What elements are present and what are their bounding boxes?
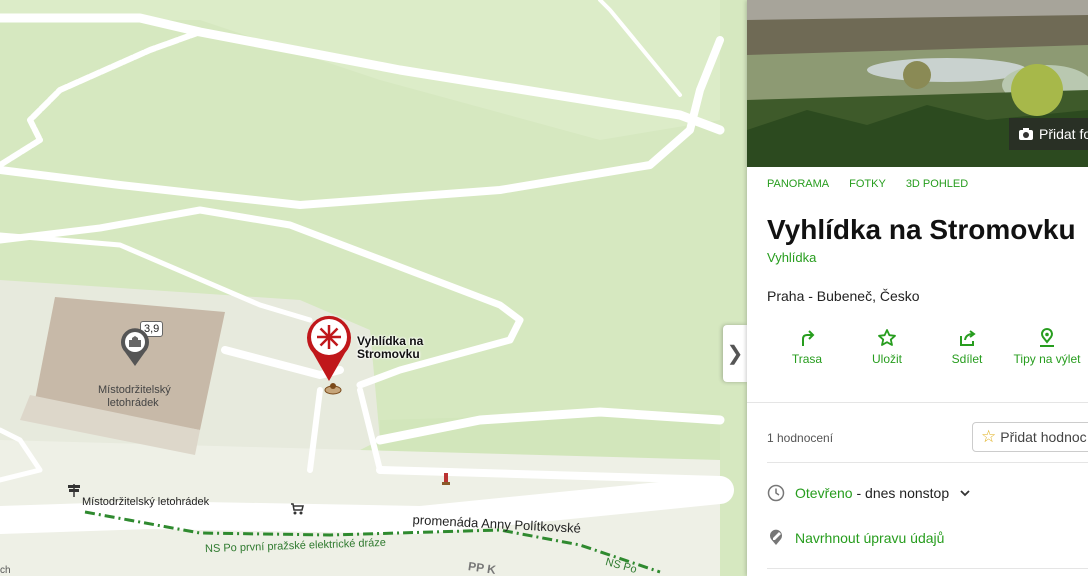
- chevron-down-icon: [960, 490, 970, 497]
- save-label: Uložit: [871, 352, 902, 366]
- viewpoint-marker-icon[interactable]: [305, 313, 353, 383]
- suggest-edit-row[interactable]: Navrhnout úpravu údajů: [767, 529, 944, 547]
- signpost-icon: [68, 484, 80, 497]
- statue-icon: [442, 473, 450, 485]
- divider: [747, 402, 1088, 403]
- ratings-count[interactable]: 1 hodnocení: [767, 431, 833, 445]
- signpost-label: Místodržitelský letohrádek: [82, 496, 210, 508]
- route-label: Trasa: [791, 352, 823, 366]
- building-label: Místodržitelský letohrádek: [98, 384, 171, 409]
- place-category[interactable]: Vyhlídka: [767, 250, 816, 265]
- share-label: Sdílet: [951, 352, 983, 366]
- media-tabs: PANORAMA FOTKY 3D POHLED: [747, 167, 1088, 207]
- chevron-right-icon: ❯: [726, 343, 744, 365]
- route-icon: [802, 330, 815, 346]
- open-status: Otevřeno: [795, 485, 853, 501]
- tab-3d-view[interactable]: 3D POHLED: [906, 178, 968, 207]
- share-icon: [960, 330, 976, 346]
- star-outline-icon: ☆: [981, 427, 997, 446]
- place-photo[interactable]: Přidat fo: [747, 0, 1088, 167]
- castle-marker-icon[interactable]: [119, 328, 151, 368]
- divider: [767, 462, 1088, 463]
- viewpoint-label: Vyhlídka na Stromovku: [357, 334, 424, 361]
- place-address: Praha - Bubeneč, Česko: [767, 288, 920, 304]
- tab-panorama[interactable]: PANORAMA: [767, 178, 829, 207]
- path-label: PP K: [467, 559, 497, 576]
- add-photo-button[interactable]: Přidat fo: [1009, 118, 1088, 150]
- viewpoint-symbol-icon: [324, 383, 342, 395]
- route-button[interactable]: Trasa: [767, 328, 847, 367]
- location-pin-icon: [1040, 328, 1054, 347]
- open-detail: - dnes nonstop: [852, 485, 950, 501]
- suggest-edit-link[interactable]: Navrhnout úpravu údajů: [795, 530, 944, 546]
- add-rating-label: Přidat hodnoc: [1000, 429, 1087, 445]
- edit-pin-icon: [770, 529, 782, 545]
- share-button[interactable]: Sdílet: [927, 328, 1007, 367]
- save-button[interactable]: Uložit: [847, 328, 927, 367]
- add-photo-label: Přidat fo: [1039, 126, 1088, 142]
- camera-icon: [1019, 128, 1033, 140]
- place-title: Vyhlídka na Stromovku: [767, 214, 1076, 245]
- divider: [767, 568, 1088, 569]
- tab-photos[interactable]: FOTKY: [849, 178, 886, 207]
- detail-panel: Přidat fo PANORAMA FOTKY 3D POHLED Vyhlí…: [747, 0, 1088, 576]
- star-icon: [878, 329, 896, 346]
- add-rating-button[interactable]: ☆ Přidat hodnoc: [972, 422, 1088, 452]
- opening-hours-row[interactable]: Otevřeno - dnes nonstop: [767, 484, 971, 502]
- trip-tips-button[interactable]: Tipy na výlet: [1007, 328, 1087, 367]
- map-edge-label: ch: [0, 565, 11, 576]
- trip-tips-label: Tipy na výlet: [1013, 352, 1081, 366]
- collapse-panel-button[interactable]: ❯: [723, 325, 747, 382]
- clock-icon: [767, 484, 785, 502]
- action-bar: Trasa Uložit Sdílet Tipy na výlet: [767, 328, 1088, 367]
- shop-icon: [291, 503, 304, 515]
